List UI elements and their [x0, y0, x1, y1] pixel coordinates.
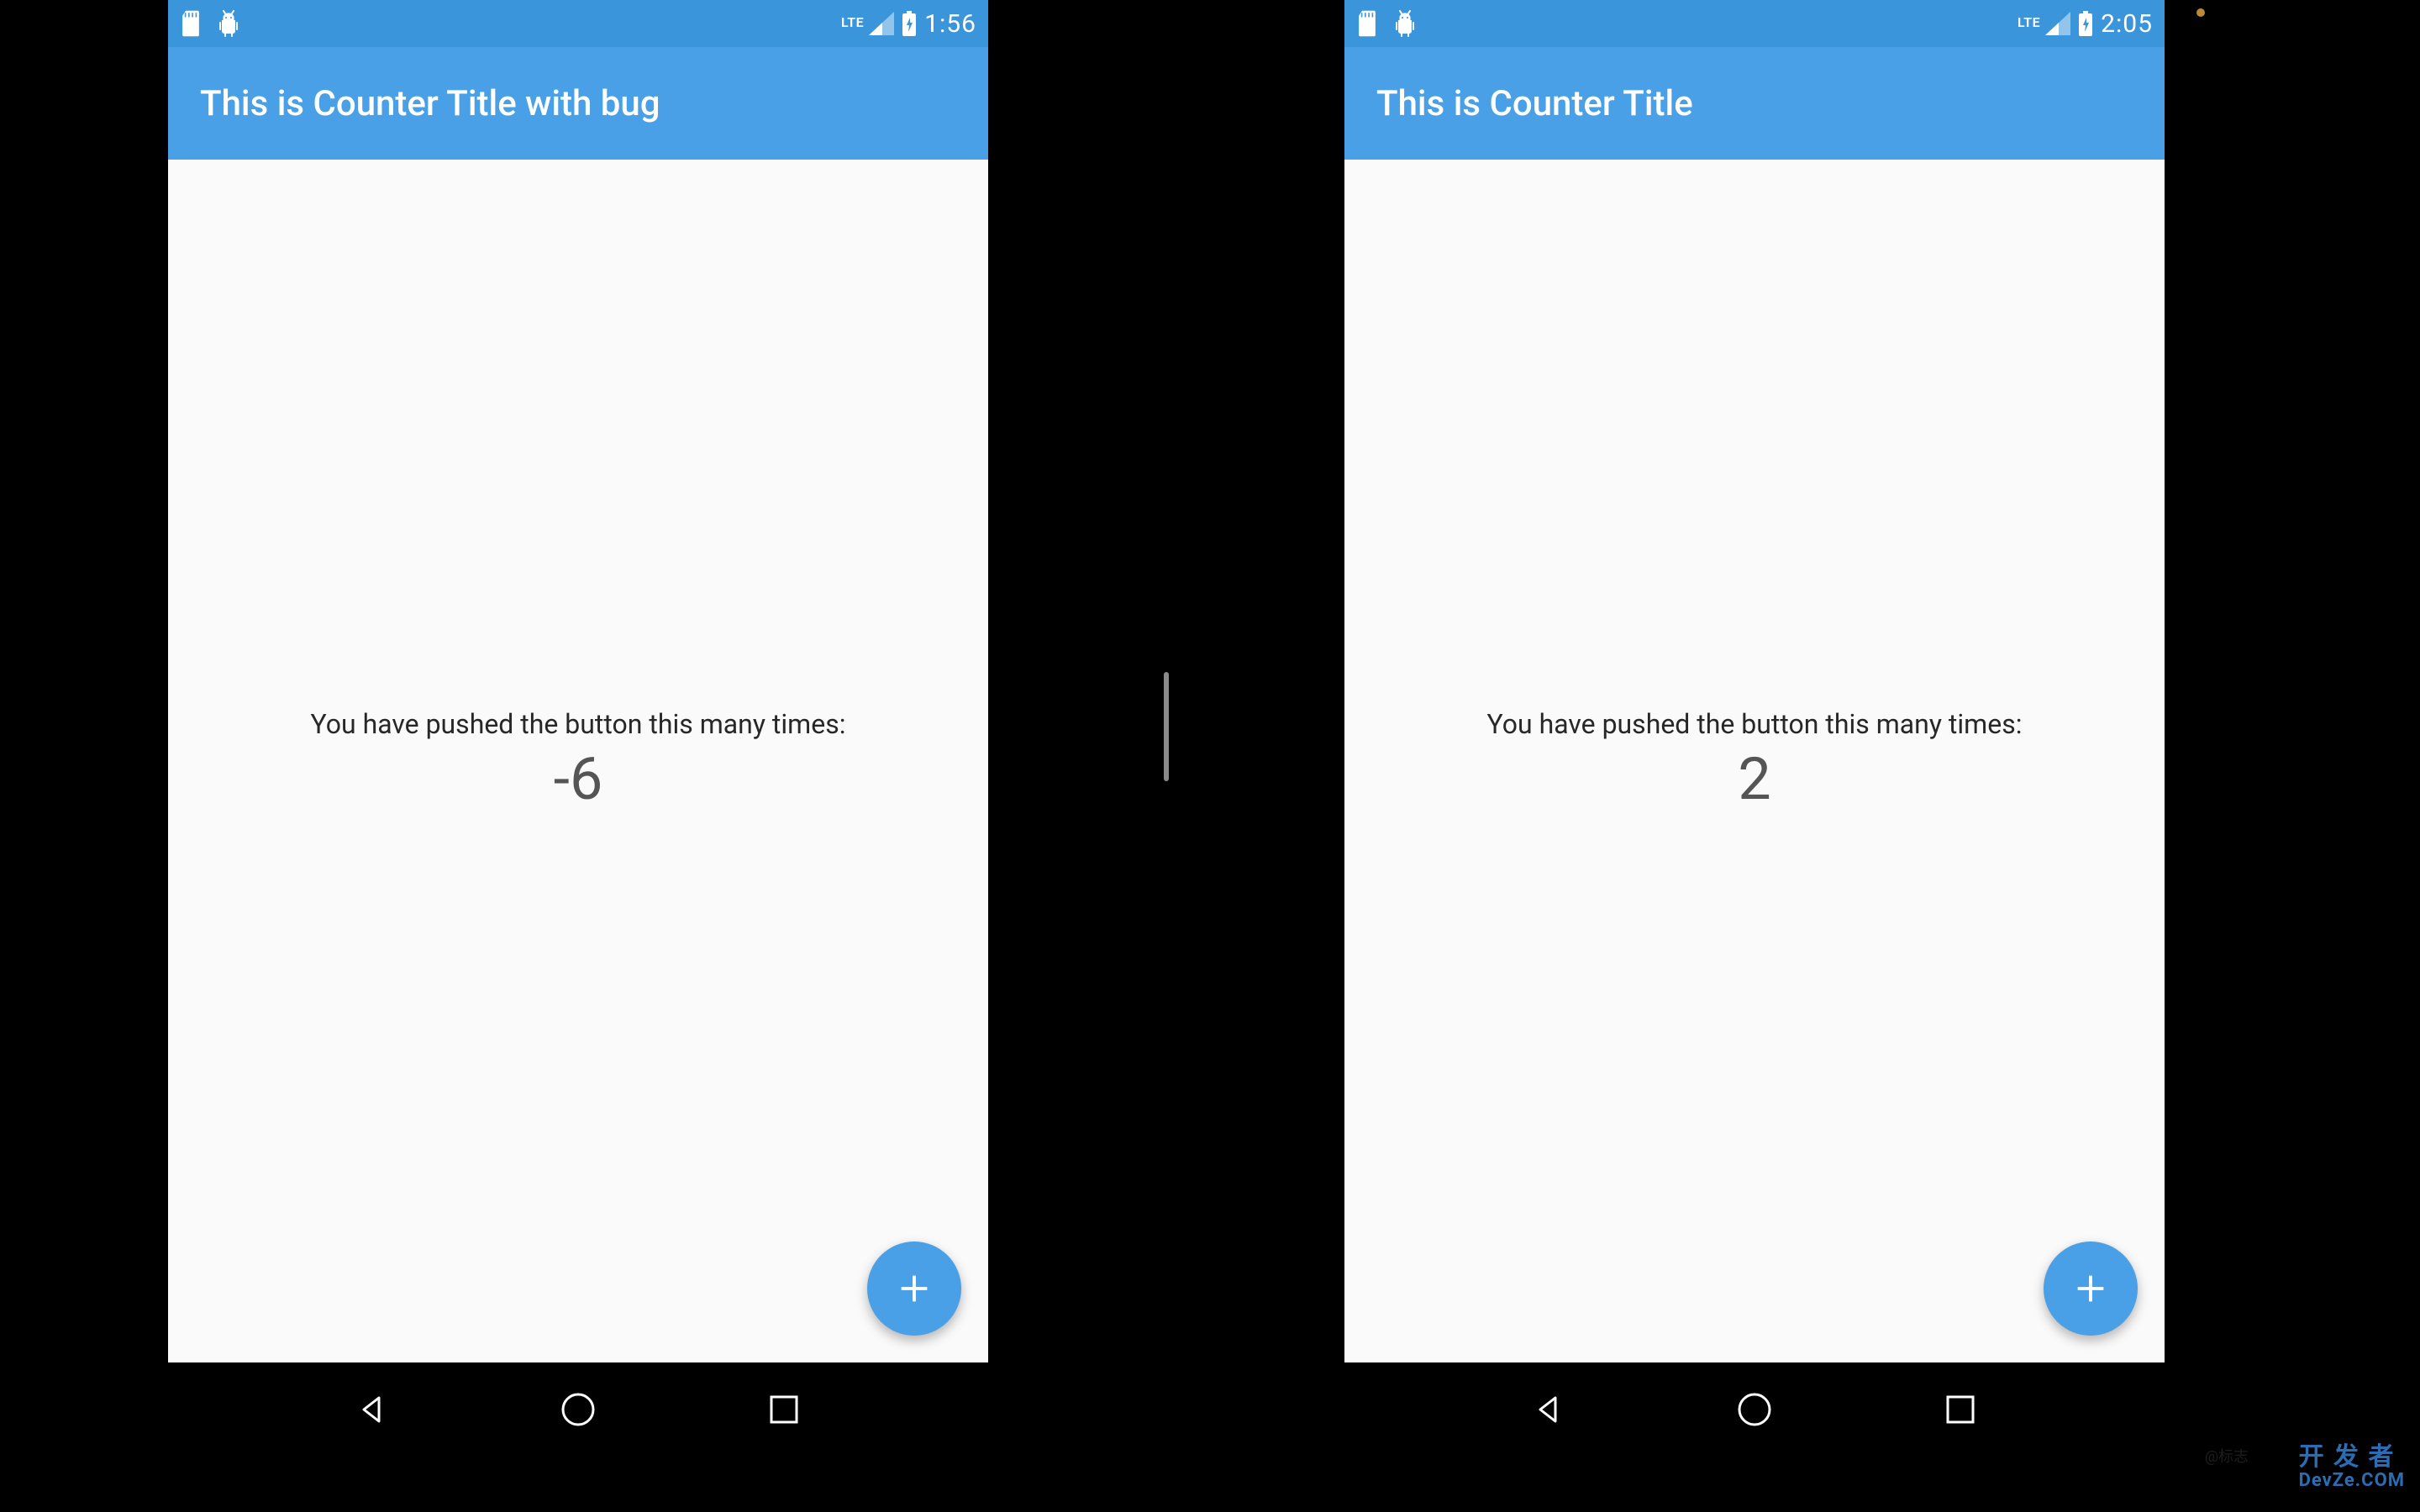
decorative-dot — [2196, 8, 2205, 17]
recent-icon — [768, 1394, 800, 1425]
content-area: You have pushed the button this many tim… — [168, 160, 988, 1362]
app-bar: This is Counter Title with bug — [168, 47, 988, 160]
status-bar: LTE 1:56 — [168, 0, 988, 47]
signal-icon — [869, 12, 894, 35]
android-debug-icon — [215, 10, 242, 37]
lte-label: LTE — [841, 14, 864, 30]
app-bar-title: This is Counter Title — [1376, 83, 1693, 124]
battery-charging-icon — [901, 11, 918, 36]
nav-back-button[interactable] — [345, 1383, 399, 1436]
status-right-icons: LTE 2:05 — [2018, 9, 2153, 39]
plus-icon — [895, 1269, 934, 1308]
navigation-bar — [168, 1362, 988, 1457]
watermark-line2: DevZe.COM — [2299, 1471, 2405, 1490]
counter-value: 2 — [1738, 745, 1770, 814]
back-icon — [355, 1393, 389, 1426]
sd-card-icon — [180, 10, 202, 37]
app-bar-title: This is Counter Title with bug — [200, 83, 660, 124]
counter-value: -6 — [554, 745, 603, 814]
watermark: 开 发 者 DevZe.COM — [2299, 1444, 2405, 1490]
fab-increment-button[interactable] — [867, 1242, 961, 1336]
lte-label: LTE — [2018, 14, 2040, 30]
app-bar: This is Counter Title — [1344, 47, 2165, 160]
phone-left: LTE 1:56 This is Counter Title with bug … — [168, 0, 988, 1457]
home-icon — [1736, 1391, 1773, 1428]
status-left-icons — [1356, 10, 1418, 37]
nav-home-button[interactable] — [551, 1383, 605, 1436]
signal-icon — [2045, 12, 2070, 35]
counter-label: You have pushed the button this many tim… — [311, 708, 846, 740]
home-icon — [560, 1391, 597, 1428]
nav-back-button[interactable] — [1522, 1383, 1576, 1436]
phone-right: LTE 2:05 This is Counter Title You have … — [1344, 0, 2165, 1457]
battery-charging-icon — [2077, 11, 2094, 36]
status-time: 1:56 — [924, 9, 976, 39]
status-bar: LTE 2:05 — [1344, 0, 2165, 47]
content-area: You have pushed the button this many tim… — [1344, 160, 2165, 1362]
status-left-icons — [180, 10, 242, 37]
recent-icon — [1944, 1394, 1976, 1425]
back-icon — [1532, 1393, 1565, 1426]
fab-increment-button[interactable] — [2044, 1242, 2138, 1336]
watermark-line1: 开 发 者 — [2299, 1444, 2405, 1471]
comparison-divider — [1164, 672, 1169, 781]
nav-home-button[interactable] — [1728, 1383, 1781, 1436]
nav-recent-button[interactable] — [757, 1383, 811, 1436]
android-debug-icon — [1392, 10, 1418, 37]
watermark-gray: @标志 — [2205, 1445, 2249, 1467]
status-right-icons: LTE 1:56 — [841, 9, 976, 39]
counter-label: You have pushed the button this many tim… — [1487, 708, 2023, 740]
nav-recent-button[interactable] — [1933, 1383, 1987, 1436]
plus-icon — [2071, 1269, 2110, 1308]
status-time: 2:05 — [2101, 9, 2153, 39]
navigation-bar — [1344, 1362, 2165, 1457]
sd-card-icon — [1356, 10, 1378, 37]
